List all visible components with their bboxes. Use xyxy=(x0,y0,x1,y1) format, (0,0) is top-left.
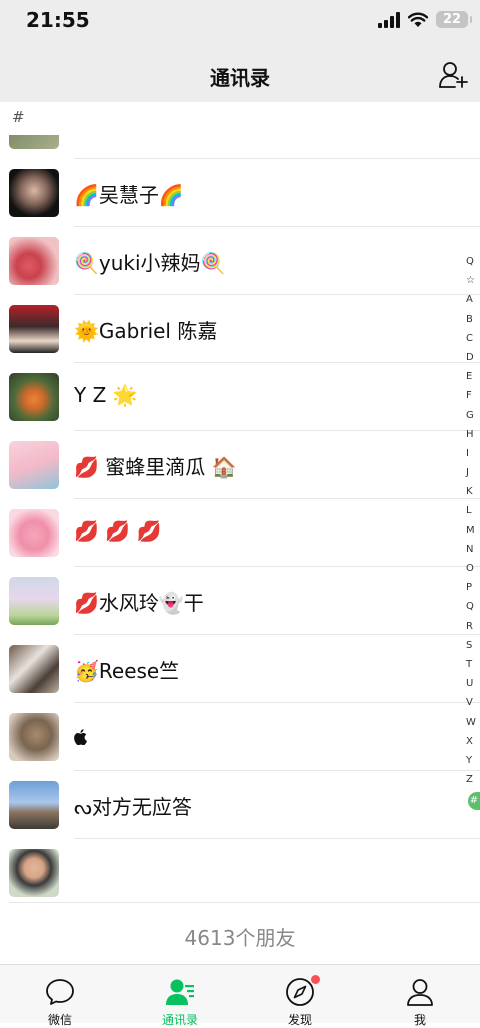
status-time: 21:55 xyxy=(26,8,90,32)
battery-level: 22 xyxy=(442,12,462,27)
chat-bubble-icon xyxy=(46,979,74,1005)
index-letter[interactable]: ☆ xyxy=(466,271,480,290)
index-letter[interactable]: G xyxy=(466,406,480,425)
contact-row-partial[interactable] xyxy=(0,135,480,159)
index-letter[interactable]: J xyxy=(466,463,480,482)
person-icon xyxy=(407,979,433,1006)
avatar xyxy=(9,781,59,829)
contact-name: 💋水风玲👻干 xyxy=(74,591,204,615)
contact-row[interactable] xyxy=(0,703,480,771)
index-letter[interactable]: C xyxy=(466,329,480,348)
status-icons: 22 xyxy=(378,11,472,28)
contact-row[interactable]: 🌈吴慧子🌈 xyxy=(0,159,480,227)
contact-name: 🍭yuki小辣妈🍭 xyxy=(74,251,226,275)
contact-name: 💋 蜜蜂里滴瓜 🏠 xyxy=(74,455,237,479)
avatar xyxy=(9,577,59,625)
contacts-icon xyxy=(166,979,194,1005)
avatar xyxy=(9,169,59,217)
friend-count-row: 4613个朋友 xyxy=(0,902,480,964)
tab-chats[interactable]: 微信 xyxy=(0,965,120,1027)
index-letter[interactable]: X xyxy=(466,732,480,751)
avatar xyxy=(9,135,59,149)
battery-icon: 22 xyxy=(436,11,472,28)
index-letter[interactable]: Z xyxy=(466,770,480,789)
index-letter[interactable]: U xyxy=(466,674,480,693)
tab-bar: 微信 通讯录 发现 我 xyxy=(0,964,480,1027)
contact-row[interactable]: 💋 💋 💋 xyxy=(0,499,480,567)
index-letter[interactable]: S xyxy=(466,636,480,655)
index-letter[interactable]: I xyxy=(466,444,480,463)
index-letter[interactable]: P xyxy=(466,578,480,597)
tab-label: 发现 xyxy=(287,1013,312,1027)
contact-row[interactable]: 💋水风玲👻干 xyxy=(0,567,480,635)
index-letter-active[interactable]: # xyxy=(468,792,480,810)
avatar xyxy=(9,849,59,897)
contact-name: Y Z 🌟 xyxy=(74,383,138,407)
section-letter: # xyxy=(12,108,25,126)
apple-logo-icon xyxy=(74,729,87,745)
index-letter[interactable]: H xyxy=(466,425,480,444)
index-letter[interactable]: A xyxy=(466,290,480,309)
tab-label: 通讯录 xyxy=(161,1013,198,1027)
index-letter[interactable]: R xyxy=(466,617,480,636)
contact-name: ᔓ对方无应答 xyxy=(74,795,192,819)
page-title: 通讯录 xyxy=(210,66,270,90)
index-letter[interactable]: D xyxy=(466,348,480,367)
section-header: # xyxy=(0,102,480,135)
index-letter[interactable]: B xyxy=(466,310,480,329)
index-letter[interactable]: K xyxy=(466,482,480,501)
tab-me[interactable]: 我 xyxy=(360,965,480,1027)
avatar xyxy=(9,713,59,761)
contact-name: 🥳Reese竺 xyxy=(74,659,180,683)
index-letter[interactable]: E xyxy=(466,367,480,386)
contact-row[interactable]: ᔓ对方无应答 xyxy=(0,771,480,839)
index-letter[interactable]: Q xyxy=(466,252,480,271)
index-letter[interactable]: F xyxy=(466,386,480,405)
avatar xyxy=(9,645,59,693)
contact-name: 🌈吴慧子🌈 xyxy=(74,183,184,207)
notification-badge xyxy=(311,975,320,984)
tab-contacts[interactable]: 通讯录 xyxy=(120,965,240,1027)
contact-row[interactable]: 🌞Gabriel 陈嘉 xyxy=(0,295,480,363)
nav-bar: 通讯录 xyxy=(0,44,480,102)
contact-row[interactable] xyxy=(0,839,480,902)
avatar xyxy=(9,305,59,353)
index-letter[interactable]: Q xyxy=(466,597,480,616)
add-friend-icon[interactable] xyxy=(438,60,468,90)
signal-icon xyxy=(378,11,400,28)
index-letter[interactable]: T xyxy=(466,655,480,674)
index-letter[interactable]: Y xyxy=(466,751,480,770)
index-letter[interactable]: M xyxy=(466,521,480,540)
contact-row[interactable]: 💋 蜜蜂里滴瓜 🏠 xyxy=(0,431,480,499)
friend-count: 4613个朋友 xyxy=(184,926,296,950)
index-letter[interactable]: N xyxy=(466,540,480,559)
tab-discover[interactable]: 发现 xyxy=(240,965,360,1027)
index-letter[interactable]: V xyxy=(466,693,480,712)
status-bar: 21:55 22 xyxy=(0,0,480,44)
contact-row[interactable]: Y Z 🌟 xyxy=(0,363,480,431)
contact-row[interactable]: 🥳Reese竺 xyxy=(0,635,480,703)
contact-name: 🌞Gabriel 陈嘉 xyxy=(74,319,218,343)
tab-label: 微信 xyxy=(47,1013,72,1027)
index-letter[interactable]: L xyxy=(466,501,480,520)
alphabet-index[interactable]: Q ☆ A B C D E F G H I J K L M N O P Q R S T U V W X Y Z xyxy=(466,252,480,789)
index-letter[interactable]: W xyxy=(466,713,480,732)
contact-name: 💋 💋 💋 xyxy=(74,519,162,543)
avatar xyxy=(9,441,59,489)
tab-label: 我 xyxy=(413,1013,426,1027)
wifi-icon xyxy=(408,12,428,27)
avatar xyxy=(9,373,59,421)
avatar xyxy=(9,509,59,557)
avatar xyxy=(9,237,59,285)
contact-list[interactable]: 🌈吴慧子🌈 🍭yuki小辣妈🍭 🌞Gabriel 陈嘉 Y Z 🌟 💋 蜜蜂里滴… xyxy=(0,135,480,902)
contact-row[interactable]: 🍭yuki小辣妈🍭 xyxy=(0,227,480,295)
index-letter[interactable]: O xyxy=(466,559,480,578)
